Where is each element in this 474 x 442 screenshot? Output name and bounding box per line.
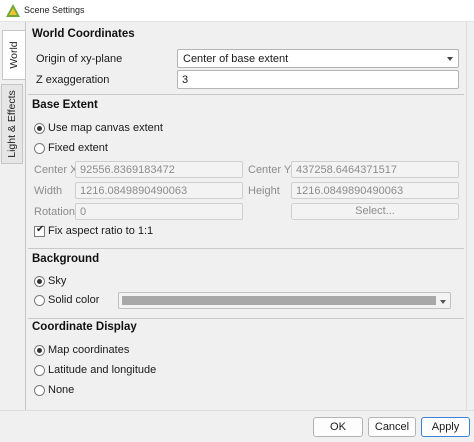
select-extent-button[interactable]: Select... (291, 203, 459, 220)
window-title: Scene Settings (24, 5, 85, 15)
chevron-down-icon (440, 300, 446, 304)
z-exaggeration-field[interactable]: 3 (177, 70, 459, 89)
divider (28, 248, 464, 249)
ok-button[interactable]: OK (313, 417, 363, 437)
height-value: 1216.0849890490063 (296, 185, 404, 197)
cancel-label: Cancel (374, 421, 410, 433)
height-label: Height (248, 185, 280, 197)
scrollbar[interactable] (466, 22, 474, 410)
rotation-field[interactable]: 0 (75, 203, 243, 220)
center-y-value: 437258.6464371517 (296, 164, 397, 176)
rotation-value: 0 (80, 206, 87, 218)
tab-light-effects[interactable]: Light & Effects (1, 84, 23, 164)
background-title: Background (32, 253, 100, 265)
origin-label: Origin of xy-plane (36, 53, 123, 65)
fix-aspect-checkbox[interactable]: ✔ (34, 224, 45, 237)
title-bar: Scene Settings (0, 0, 474, 22)
dialog-footer: OK Cancel Apply (0, 410, 474, 442)
chevron-down-icon (447, 57, 453, 61)
divider (28, 94, 464, 95)
sky-label: Sky (48, 275, 67, 287)
origin-combo-value: Center of base extent (183, 53, 289, 65)
tab-light-effects-label: Light & Effects (6, 90, 18, 158)
rotation-label: Rotation (34, 206, 75, 218)
solid-color-picker[interactable] (118, 292, 451, 309)
ok-label: OK (330, 421, 346, 433)
use-map-extent-label: Use map canvas extent (48, 122, 163, 134)
center-x-field[interactable]: 92556.8369183472 (75, 161, 243, 178)
apply-label: Apply (431, 421, 460, 433)
center-y-field[interactable]: 437258.6464371517 (291, 161, 459, 178)
color-swatch-fill (122, 296, 436, 305)
none-radio[interactable] (34, 385, 45, 396)
width-field[interactable]: 1216.0849890490063 (75, 182, 243, 199)
use-map-extent-radio[interactable] (34, 123, 45, 134)
center-y-label: Center Y (248, 164, 292, 176)
map-coordinates-label: Map coordinates (48, 344, 130, 356)
width-label: Width (34, 185, 63, 197)
map-coordinates-radio[interactable] (34, 345, 45, 356)
checkmark-icon: ✔ (36, 224, 45, 235)
tab-column: World Light & Effects (0, 22, 25, 442)
fixed-extent-label: Fixed extent (48, 142, 108, 154)
latlon-radio[interactable] (34, 365, 45, 376)
coordinate-display-title: Coordinate Display (32, 321, 137, 333)
z-exaggeration-value: 3 (182, 74, 189, 86)
apply-button[interactable]: Apply (421, 417, 470, 437)
world-coordinates-title: World Coordinates (32, 28, 135, 40)
select-extent-label: Select... (355, 205, 395, 217)
solid-color-label: Solid color (48, 294, 100, 306)
base-extent-title: Base Extent (32, 99, 98, 111)
latlon-label: Latitude and longitude (48, 364, 157, 376)
center-x-value: 92556.8369183472 (80, 164, 175, 176)
settings-panel: World Coordinates Origin of xy-plane Cen… (25, 22, 466, 410)
origin-combo[interactable]: Center of base extent (177, 49, 459, 68)
width-value: 1216.0849890490063 (80, 185, 188, 197)
cancel-button[interactable]: Cancel (368, 417, 416, 437)
fix-aspect-label: Fix aspect ratio to 1:1 (48, 225, 154, 237)
qgis-app-icon (6, 4, 20, 17)
none-label: None (48, 384, 75, 396)
center-x-label: Center X (34, 164, 78, 176)
tab-world[interactable]: World (2, 30, 25, 80)
z-exaggeration-label: Z exaggeration (36, 74, 110, 86)
fixed-extent-radio[interactable] (34, 143, 45, 154)
divider (28, 318, 464, 319)
solid-color-radio[interactable] (34, 295, 45, 306)
height-field[interactable]: 1216.0849890490063 (291, 182, 459, 199)
tab-world-label: World (8, 41, 20, 69)
sky-radio[interactable] (34, 276, 45, 287)
